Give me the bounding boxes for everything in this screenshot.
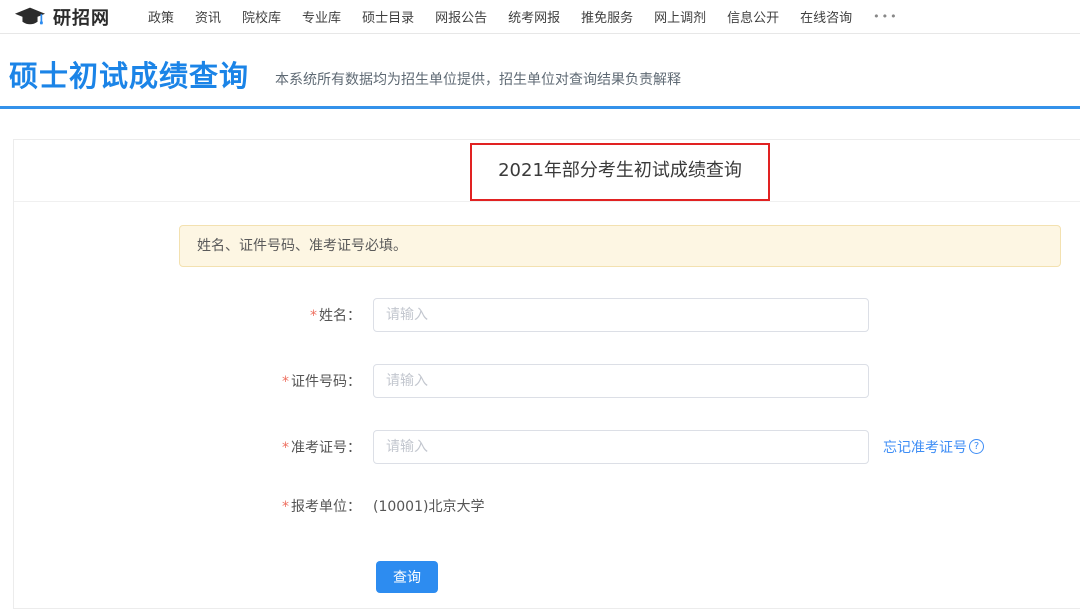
form-row-name: *姓名： [14,298,1080,332]
form-row-id-number: *证件号码： [14,364,1080,398]
name-label: *姓名： [14,305,361,325]
nav-item-major-library[interactable]: 专业库 [302,7,341,26]
nav-menu: 政策 资讯 院校库 专业库 硕士目录 网报公告 统考网报 推免服务 网上调剂 信… [148,7,899,26]
site-logo-text: 研招网 [53,4,110,30]
id-number-input[interactable] [373,364,869,398]
forgot-ticket-link[interactable]: 忘记准考证号? [883,437,984,457]
unit-value: (10001)北京大学 [373,496,484,516]
question-circle-icon: ? [969,439,984,454]
page-title: 硕士初试成绩查询 [9,61,249,93]
ticket-number-label: *准考证号： [14,437,361,457]
nav-item-unified-exam[interactable]: 统考网报 [508,7,560,26]
nav-item-online-consult[interactable]: 在线咨询 [800,7,852,26]
name-input[interactable] [373,298,869,332]
main-content: 2021年部分考生初试成绩查询 姓名、证件号码、准考证号必填。 *姓名： *证件… [0,109,1080,609]
required-marker: * [310,308,317,324]
required-marker: * [282,374,289,390]
more-menu-icon[interactable]: ••• [873,10,898,23]
page-header: 硕士初试成绩查询 本系统所有数据均为招生单位提供，招生单位对查询结果负责解释 [0,34,1080,109]
site-logo[interactable]: 研招网 [14,4,110,30]
nav-item-exempt-service[interactable]: 推免服务 [581,7,633,26]
top-nav: 研招网 政策 资讯 院校库 专业库 硕士目录 网报公告 统考网报 推免服务 网上… [0,0,1080,34]
nav-item-online-announcement[interactable]: 网报公告 [435,7,487,26]
id-number-label: *证件号码： [14,371,361,391]
required-marker: * [282,440,289,456]
form-row-ticket-number: *准考证号： 忘记准考证号? [14,430,1080,464]
nav-item-policy[interactable]: 政策 [148,7,174,26]
graduation-cap-icon [14,6,46,28]
card-header: 2021年部分考生初试成绩查询 [14,140,1080,202]
unit-label: *报考单位： [14,496,361,516]
query-card: 2021年部分考生初试成绩查询 姓名、证件号码、准考证号必填。 *姓名： *证件… [13,139,1080,609]
ticket-number-input[interactable] [373,430,869,464]
page-subtitle: 本系统所有数据均为招生单位提供，招生单位对查询结果负责解释 [275,69,681,93]
form-row-unit: *报考单位： (10001)北京大学 [14,496,1080,516]
nav-item-info-disclosure[interactable]: 信息公开 [727,7,779,26]
nav-item-college-library[interactable]: 院校库 [242,7,281,26]
query-form: *姓名： *证件号码： *准考证号： [14,298,1080,593]
query-button[interactable]: 查询 [376,561,438,593]
nav-item-news[interactable]: 资讯 [195,7,221,26]
submit-row: 查询 [376,561,1080,593]
required-fields-notice: 姓名、证件号码、准考证号必填。 [179,225,1061,267]
nav-item-online-adjustment[interactable]: 网上调剂 [654,7,706,26]
card-title: 2021年部分考生初试成绩查询 [14,140,1080,202]
required-marker: * [282,499,289,515]
nav-item-master-catalog[interactable]: 硕士目录 [362,7,414,26]
